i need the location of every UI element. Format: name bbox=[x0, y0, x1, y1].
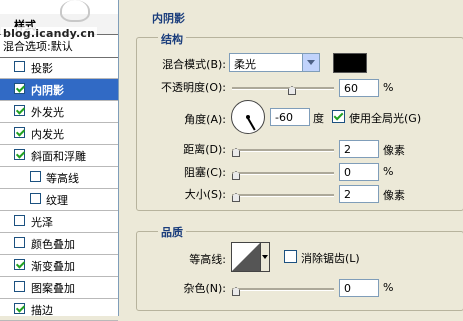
blend-mode-value: 柔光 bbox=[234, 58, 256, 71]
quality-group bbox=[136, 231, 463, 311]
global-light-label: 使用全局光(G) bbox=[349, 112, 422, 125]
blend-options-label: 混合选项:默认 bbox=[3, 40, 73, 53]
style-item[interactable]: 等高线 bbox=[0, 167, 118, 189]
size-value: 2 bbox=[344, 188, 351, 201]
style-item-label: 颜色叠加 bbox=[31, 238, 75, 251]
style-item[interactable]: 投影 bbox=[0, 57, 118, 79]
inner-shadow-panel: 内阴影 结构 混合模式(B): 柔光 不透明度(O): 60 % 角度(A): … bbox=[128, 0, 463, 316]
style-checkbox[interactable] bbox=[14, 237, 25, 248]
style-item[interactable]: 图案叠加 bbox=[0, 277, 118, 299]
opacity-input[interactable]: 60 bbox=[339, 79, 379, 97]
size-unit: 像素 bbox=[383, 189, 405, 202]
choke-value: 0 bbox=[344, 166, 351, 179]
noise-unit: % bbox=[383, 281, 394, 294]
style-item[interactable]: 内阴影 bbox=[0, 79, 118, 101]
check-icon[interactable] bbox=[14, 83, 25, 94]
style-item[interactable]: 内发光 bbox=[0, 123, 118, 145]
angle-dial-center bbox=[246, 115, 250, 119]
style-item-label: 光泽 bbox=[31, 216, 53, 229]
style-item-label: 斜面和浮雕 bbox=[31, 150, 86, 163]
style-item[interactable]: 渐变叠加 bbox=[0, 255, 118, 277]
angle-dial-icon[interactable] bbox=[231, 100, 265, 134]
noise-value: 0 bbox=[344, 282, 351, 295]
check-icon[interactable] bbox=[14, 303, 25, 314]
check-icon[interactable] bbox=[14, 127, 25, 138]
opacity-value: 60 bbox=[344, 82, 358, 95]
style-item[interactable]: 描边 bbox=[0, 299, 118, 321]
check-icon[interactable] bbox=[14, 105, 25, 116]
style-item[interactable]: 外发光 bbox=[0, 101, 118, 123]
noise-slider-track[interactable] bbox=[232, 288, 334, 291]
style-item-label: 纹理 bbox=[46, 194, 68, 207]
choke-slider-track[interactable] bbox=[232, 172, 334, 175]
style-item-label: 内发光 bbox=[31, 128, 64, 141]
style-list: 样式 blog.icandy.cn 混合选项:默认 投影 内阴影 外发光 内发光 斜面和… bbox=[0, 0, 119, 321]
panel-title: 内阴影 bbox=[152, 12, 185, 25]
contour-dropdown-icon[interactable] bbox=[261, 242, 270, 272]
style-item-label: 图案叠加 bbox=[31, 282, 75, 295]
opacity-label: 不透明度(O): bbox=[161, 81, 226, 94]
blend-mode-label: 混合模式(B): bbox=[162, 58, 226, 71]
opacity-slider-track[interactable] bbox=[232, 87, 334, 90]
style-item[interactable]: 斜面和浮雕 bbox=[0, 145, 118, 167]
style-item[interactable]: 颜色叠加 bbox=[0, 233, 118, 255]
style-item-label: 渐变叠加 bbox=[31, 260, 75, 273]
distance-slider-track[interactable] bbox=[232, 149, 334, 152]
distance-label: 距离(D): bbox=[183, 143, 226, 156]
opacity-unit: % bbox=[383, 81, 394, 94]
contour-curve bbox=[232, 243, 260, 271]
style-checkbox[interactable] bbox=[30, 171, 41, 182]
style-item-label: 投影 bbox=[31, 62, 53, 75]
dropdown-arrow-icon[interactable] bbox=[302, 54, 319, 71]
quality-title: 品质 bbox=[158, 224, 186, 240]
size-slider-track[interactable] bbox=[232, 194, 334, 197]
style-item[interactable]: 纹理 bbox=[0, 189, 118, 211]
choke-unit: % bbox=[383, 165, 394, 178]
structure-title: 结构 bbox=[158, 31, 186, 47]
check-icon[interactable] bbox=[14, 149, 25, 160]
angle-label: 角度(A): bbox=[184, 113, 226, 126]
distance-unit: 像素 bbox=[383, 144, 405, 157]
watermark: blog.icandy.cn bbox=[1, 27, 98, 40]
choke-input[interactable]: 0 bbox=[339, 163, 379, 181]
style-item-label: 外发光 bbox=[31, 106, 64, 119]
blend-mode-select[interactable]: 柔光 bbox=[229, 53, 320, 72]
style-checkbox[interactable] bbox=[14, 215, 25, 226]
size-input[interactable]: 2 bbox=[339, 185, 379, 203]
style-item[interactable]: 光泽 bbox=[0, 211, 118, 233]
angle-value: -60 bbox=[275, 111, 293, 124]
style-checkbox[interactable] bbox=[30, 193, 41, 204]
style-item-label: 内阴影 bbox=[31, 84, 64, 97]
noise-input[interactable]: 0 bbox=[339, 279, 379, 297]
contour-preview-icon[interactable] bbox=[231, 242, 261, 272]
noise-label: 杂色(N): bbox=[183, 282, 226, 295]
check-icon[interactable] bbox=[14, 259, 25, 270]
anti-alias-checkbox[interactable] bbox=[284, 250, 297, 263]
angle-unit: 度 bbox=[313, 112, 324, 125]
style-checkbox[interactable] bbox=[14, 281, 25, 292]
anti-alias-label: 消除锯齿(L) bbox=[301, 252, 360, 265]
contour-label: 等高线: bbox=[189, 253, 226, 266]
angle-needle bbox=[247, 117, 256, 131]
size-label: 大小(S): bbox=[184, 188, 226, 201]
style-item-label: 等高线 bbox=[46, 172, 79, 185]
distance-input[interactable]: 2 bbox=[339, 140, 379, 158]
angle-input[interactable]: -60 bbox=[270, 108, 310, 126]
bird-decoration bbox=[60, 0, 90, 22]
shadow-color-swatch[interactable] bbox=[333, 53, 367, 73]
global-light-checkbox[interactable] bbox=[332, 110, 345, 123]
choke-label: 阻塞(C): bbox=[184, 166, 226, 179]
style-checkbox[interactable] bbox=[14, 61, 25, 72]
distance-value: 2 bbox=[344, 143, 351, 156]
